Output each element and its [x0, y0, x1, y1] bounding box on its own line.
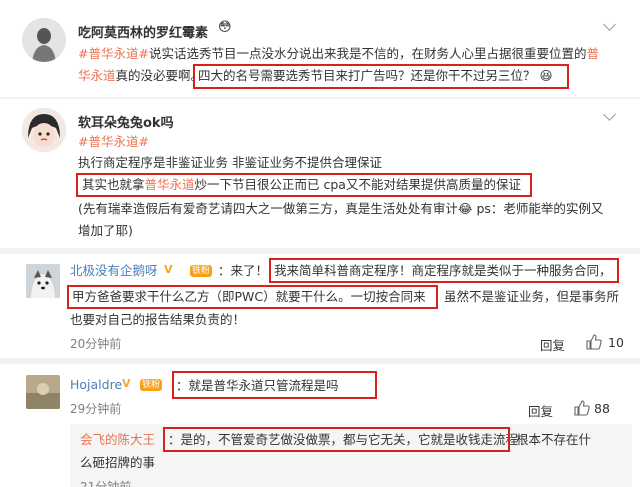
post-text-line: 华永道真的没必要啊。 [78, 68, 204, 83]
comment-text: 虽然不是鉴证业务，但是事务所 [444, 289, 620, 304]
comment-username[interactable]: 北极没有企鹅呀 [70, 263, 158, 278]
chevron-down-icon[interactable] [603, 108, 616, 121]
avatar[interactable] [26, 264, 60, 298]
username[interactable]: 软耳朵兔兔ok吗 [78, 112, 174, 131]
avatar[interactable] [26, 375, 60, 409]
reply-button[interactable]: 回复 [528, 401, 553, 420]
timestamp: 29分钟前 [70, 402, 122, 416]
hashtag-link[interactable]: #普华永道# [78, 46, 149, 61]
like-count: 10 [608, 335, 624, 350]
post-text-line: (先有瑞幸造假后有爱奇艺请四大之一做第三方，真是生活处处有审计😂 ps：老师能举… [78, 201, 604, 216]
timestamp: 20分钟前 [70, 337, 122, 351]
like-count: 88 [594, 401, 610, 416]
post-text-line: #普华永道# [78, 131, 149, 153]
timestamp: 21分钟前 [80, 480, 132, 487]
reply-text: 么砸招牌的事 [80, 455, 156, 470]
comment-text: ：来了！ [218, 263, 269, 278]
verified-icon: V [122, 377, 131, 390]
highlight-box [163, 427, 510, 452]
highlight-box [76, 173, 532, 197]
avatar[interactable] [22, 108, 66, 152]
comment-text: 也要对自己的报告结果负责的！ [70, 312, 246, 327]
post-text-line: 执行商定程序是非鉴证业务 非鉴证业务不提供合理保证 [78, 155, 382, 170]
reply-text: 根本不存在什 [516, 432, 592, 447]
post-text-line: 增加了耶) [78, 223, 133, 238]
post-text-line: #普华永道#说实话选秀节目一点没水分说出来我是不信的，在财务人心里占据很重要位置… [78, 46, 599, 61]
divider [0, 248, 640, 254]
fan-level-badge: 铁粉 [190, 265, 213, 277]
highlight-box [269, 258, 619, 283]
like-icon[interactable] [574, 400, 590, 420]
verified-icon: V [164, 263, 173, 276]
avatar[interactable] [22, 18, 66, 62]
comment-username[interactable]: Hojaldre [70, 377, 122, 392]
hashtag-link[interactable]: #普华永道# [78, 134, 149, 149]
highlight-box [172, 371, 377, 399]
topic-link[interactable]: 华永道 [78, 68, 116, 83]
highlight-box [193, 64, 569, 89]
like-icon[interactable] [586, 334, 602, 354]
reply-username[interactable]: 会飞的陈大王 [80, 432, 155, 447]
emoji-icon: 😂 [457, 201, 473, 216]
chevron-down-icon[interactable] [603, 18, 616, 31]
fan-level-badge: 铁粉 [140, 379, 163, 391]
emoji-icon: 😳 [218, 20, 232, 35]
highlight-box [67, 285, 438, 309]
username[interactable]: 吃阿莫西林的罗红霉素 [78, 22, 208, 41]
reply-button[interactable]: 回复 [540, 335, 565, 354]
divider [0, 358, 640, 364]
divider [0, 97, 640, 99]
